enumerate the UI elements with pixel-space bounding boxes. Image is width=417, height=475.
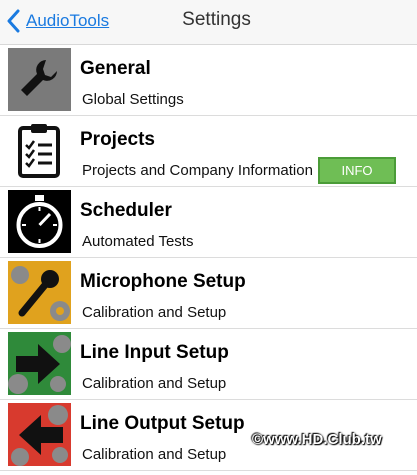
list-item-line-input-setup[interactable]: Line Input Setup Calibration and Setup xyxy=(0,329,417,400)
item-title: General xyxy=(80,58,151,79)
line-input-arrow-icon xyxy=(8,332,71,395)
item-title: Line Input Setup xyxy=(80,342,229,363)
wrench-icon xyxy=(8,48,71,111)
navigation-bar: AudioTools Settings xyxy=(0,0,417,45)
list-item-general[interactable]: General Global Settings xyxy=(0,45,417,116)
item-title: Microphone Setup xyxy=(80,271,246,292)
stopwatch-icon xyxy=(8,190,71,253)
microphone-gears-icon xyxy=(8,261,71,324)
settings-list: General Global Settings Projects Project… xyxy=(0,45,417,471)
line-output-arrow-icon xyxy=(8,403,71,466)
item-title: Line Output Setup xyxy=(80,413,245,434)
list-item-microphone-setup[interactable]: Microphone Setup Calibration and Setup xyxy=(0,258,417,329)
info-button[interactable]: INFO xyxy=(318,157,396,184)
nav-title-wrap: Settings xyxy=(0,9,417,31)
watermark: ©www.HD.Club.tw xyxy=(252,431,382,448)
item-subtitle: Automated Tests xyxy=(82,233,194,250)
item-title: Projects xyxy=(80,129,155,150)
item-subtitle: Calibration and Setup xyxy=(82,375,227,392)
item-subtitle: Calibration and Setup xyxy=(82,446,227,463)
item-subtitle: Projects and Company Information xyxy=(82,162,313,179)
list-item-scheduler[interactable]: Scheduler Automated Tests xyxy=(0,187,417,258)
page-title: Settings xyxy=(182,9,251,30)
clipboard-checklist-icon xyxy=(8,119,71,182)
item-title: Scheduler xyxy=(80,200,172,221)
item-subtitle: Calibration and Setup xyxy=(82,304,227,321)
item-subtitle: Global Settings xyxy=(82,91,184,108)
